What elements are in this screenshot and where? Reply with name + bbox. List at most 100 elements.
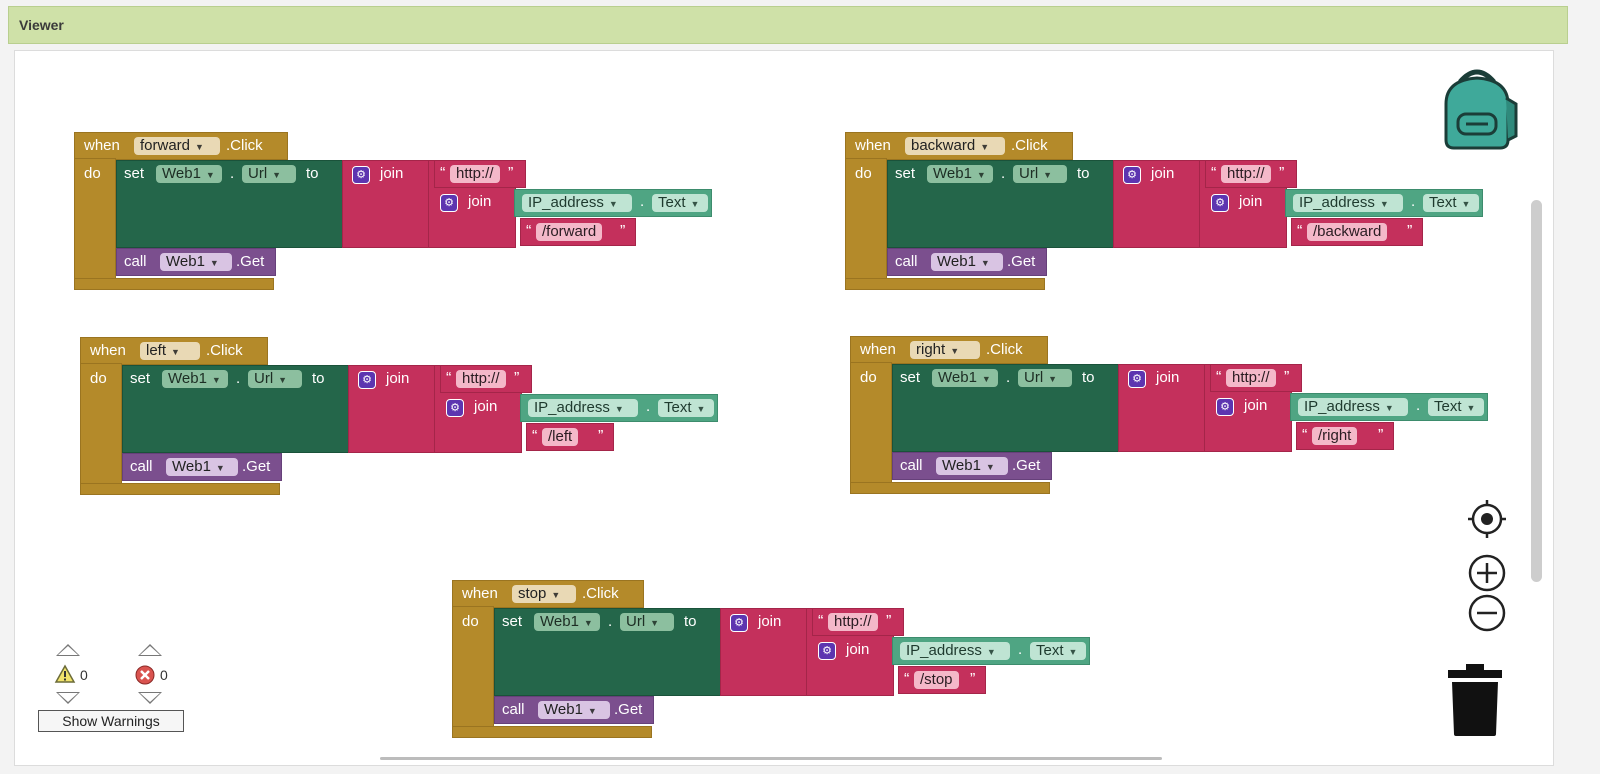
http-string[interactable]: http:// <box>1226 369 1276 387</box>
call-component-dropdown[interactable]: Web1 ▼ <box>538 701 610 719</box>
text-property-dropdown[interactable]: Text ▼ <box>658 399 714 417</box>
error-prev-arrow[interactable] <box>138 644 162 656</box>
plus-circle-icon[interactable] <box>1466 552 1508 594</box>
dropdown-arrow-icon: ▼ <box>1068 647 1078 657</box>
http-string[interactable]: http:// <box>828 613 878 631</box>
set-component-dropdown[interactable]: Web1 ▼ <box>927 165 993 183</box>
ip-address-dropdown[interactable]: IP_address ▼ <box>528 399 638 417</box>
viewer-title: Viewer <box>19 17 64 33</box>
show-warnings-button[interactable]: Show Warnings <box>38 710 184 732</box>
mutator-gear-icon[interactable]: ⚙ <box>446 399 464 417</box>
path-string[interactable]: /right <box>1312 427 1358 445</box>
do-keyword: do <box>860 369 877 386</box>
property-name: Url <box>1019 165 1039 182</box>
property-dropdown[interactable]: Url ▼ <box>248 370 302 388</box>
dropdown-arrow-icon: ▼ <box>950 346 960 356</box>
mutator-gear-icon[interactable]: ⚙ <box>358 371 376 389</box>
set-component-dropdown[interactable]: Web1 ▼ <box>156 165 222 183</box>
to-keyword: to <box>684 613 697 630</box>
component-name: right <box>916 341 946 358</box>
event-block-left[interactable]: when left ▼ .Click do set Web1 ▼. Url ▼ to ⚙ join “ht… <box>80 337 720 502</box>
call-component-dropdown[interactable]: Web1 ▼ <box>936 457 1008 475</box>
http-string[interactable]: http:// <box>450 165 500 183</box>
dropdown-arrow-icon: ▼ <box>976 170 986 180</box>
ip-address-dropdown[interactable]: IP_address ▼ <box>1298 398 1408 416</box>
warning-next-arrow[interactable] <box>56 692 80 704</box>
set-keyword: set <box>502 613 523 630</box>
mutator-gear-icon[interactable]: ⚙ <box>352 166 370 184</box>
event-block-forward[interactable]: when forward ▼ .Click do set Web1 ▼. Url ▼ to ⚙ join… <box>74 132 714 297</box>
ip-address-name: IP_address <box>528 194 604 211</box>
component-dropdown[interactable]: left ▼ <box>140 342 200 360</box>
component-dropdown[interactable]: right ▼ <box>910 341 980 359</box>
call-component-dropdown[interactable]: Web1 ▼ <box>160 253 232 271</box>
quote-close: ” <box>620 223 626 240</box>
path-string[interactable]: /left <box>542 428 579 446</box>
call-component-name: Web1 <box>172 458 211 475</box>
property-dropdown[interactable]: Url ▼ <box>1013 165 1067 183</box>
backpack-icon[interactable] <box>1432 64 1522 154</box>
minus-circle-icon[interactable] <box>1466 592 1508 634</box>
text-property-dropdown[interactable]: Text ▼ <box>1428 398 1484 416</box>
horizontal-scrollbar[interactable] <box>380 757 1162 760</box>
mutator-gear-icon[interactable]: ⚙ <box>1216 398 1234 416</box>
component-dropdown[interactable]: backward ▼ <box>905 137 1005 155</box>
mutator-gear-icon[interactable]: ⚙ <box>818 642 836 660</box>
path-string[interactable]: /backward <box>1307 223 1388 241</box>
method-name: .Get <box>1007 253 1036 270</box>
property-name: Url <box>626 613 646 630</box>
http-string[interactable]: http:// <box>456 370 506 388</box>
property-dropdown[interactable]: Url ▼ <box>620 613 674 631</box>
text-property-name: Text <box>1434 398 1462 415</box>
event-block-right[interactable]: when right ▼ .Click do set Web1 ▼. Url ▼ to ⚙ join “h… <box>850 336 1490 501</box>
event-block-backward[interactable]: when backward ▼ .Click do set Web1 ▼. Url ▼ to ⚙ joi… <box>845 132 1485 297</box>
mutator-gear-icon[interactable]: ⚙ <box>440 194 458 212</box>
mutator-gear-icon[interactable]: ⚙ <box>730 614 748 632</box>
call-component-dropdown[interactable]: Web1 ▼ <box>166 458 238 476</box>
join-keyword: join <box>1151 165 1175 182</box>
path-string[interactable]: /stop <box>914 671 959 689</box>
dropdown-arrow-icon: ▼ <box>614 404 624 414</box>
event-footer <box>845 278 1045 290</box>
event-block-stop[interactable]: when stop ▼ .Click do set Web1 ▼. Url ▼ to ⚙ join “ht… <box>452 580 1092 745</box>
target-icon[interactable] <box>1466 498 1508 540</box>
trash-icon[interactable] <box>1444 662 1506 738</box>
set-keyword: set <box>895 165 916 182</box>
error-next-arrow[interactable] <box>138 692 162 704</box>
property-dropdown[interactable]: Url ▼ <box>242 165 296 183</box>
mutator-gear-icon[interactable]: ⚙ <box>1128 370 1146 388</box>
ip-address-dropdown[interactable]: IP_address ▼ <box>900 642 1010 660</box>
quote-close: ” <box>598 428 604 445</box>
warning-prev-arrow[interactable] <box>56 644 80 656</box>
set-component-name: Web1 <box>540 613 579 630</box>
mutator-gear-icon[interactable]: ⚙ <box>1211 194 1229 212</box>
ip-address-dropdown[interactable]: IP_address ▼ <box>522 194 632 212</box>
dot-separator: . <box>640 193 645 210</box>
text-property-name: Text <box>658 194 686 211</box>
mutator-gear-icon[interactable]: ⚙ <box>1123 166 1141 184</box>
component-dropdown[interactable]: stop ▼ <box>512 585 576 603</box>
dropdown-arrow-icon: ▼ <box>986 647 996 657</box>
to-keyword: to <box>1082 369 1095 386</box>
http-string[interactable]: http:// <box>1221 165 1271 183</box>
join-keyword: join <box>1239 193 1263 210</box>
text-property-dropdown[interactable]: Text ▼ <box>652 194 708 212</box>
call-keyword: call <box>130 458 153 475</box>
dot-separator: . <box>1416 397 1421 414</box>
join-keyword: join <box>1244 397 1268 414</box>
method-name: .Get <box>1012 457 1041 474</box>
quote-close: ” <box>970 671 976 688</box>
component-name: left <box>146 342 167 359</box>
text-property-dropdown[interactable]: Text ▼ <box>1030 642 1086 660</box>
ip-address-dropdown[interactable]: IP_address ▼ <box>1293 194 1403 212</box>
path-string[interactable]: /forward <box>536 223 603 241</box>
component-dropdown[interactable]: forward ▼ <box>134 137 220 155</box>
text-property-dropdown[interactable]: Text ▼ <box>1423 194 1479 212</box>
set-component-dropdown[interactable]: Web1 ▼ <box>162 370 228 388</box>
warning-triangle-icon <box>54 664 76 683</box>
set-component-dropdown[interactable]: Web1 ▼ <box>534 613 600 631</box>
vertical-scrollbar[interactable] <box>1531 200 1542 582</box>
call-component-dropdown[interactable]: Web1 ▼ <box>931 253 1003 271</box>
set-component-dropdown[interactable]: Web1 ▼ <box>932 369 998 387</box>
property-dropdown[interactable]: Url ▼ <box>1018 369 1072 387</box>
